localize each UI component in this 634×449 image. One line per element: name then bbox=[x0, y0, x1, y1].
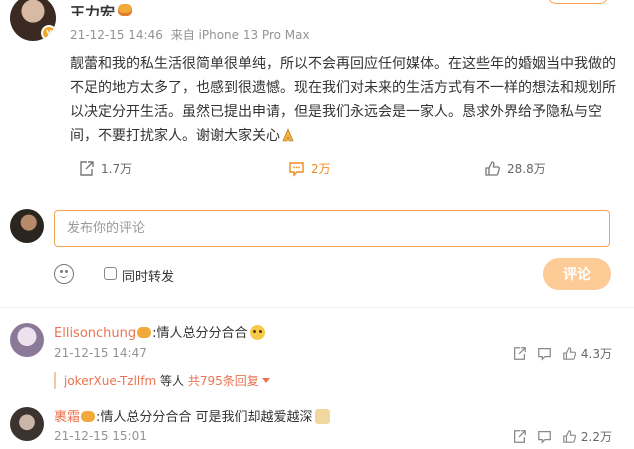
comment-like-count: 2.2万 bbox=[580, 430, 612, 444]
comment-button[interactable]: 2万 bbox=[288, 160, 331, 177]
thumbs-up-icon bbox=[485, 161, 500, 176]
comment-like-button[interactable]: 2.2万 bbox=[562, 428, 612, 445]
commenter-name[interactable]: 裹霜 bbox=[54, 410, 80, 425]
repost-icon bbox=[80, 161, 94, 176]
sad-face-emoji-icon bbox=[249, 325, 265, 340]
chevron-down-icon bbox=[261, 378, 270, 383]
comment-text: :情人总分分合合 bbox=[152, 326, 248, 341]
repost-button[interactable]: 1.7万 bbox=[78, 160, 132, 177]
comment-body: Ellisonchung :情人总分分合合 bbox=[54, 322, 265, 341]
submit-comment-button[interactable]: 评论 bbox=[543, 258, 611, 290]
post-meta: 21-12-15 14:46 来自 iPhone 13 Pro Max bbox=[70, 26, 314, 43]
repost-checkbox[interactable] bbox=[104, 267, 117, 280]
comment-like-button[interactable]: 4.3万 bbox=[562, 345, 612, 362]
comment-time: 21-12-15 14:47 bbox=[54, 346, 147, 360]
follow-button[interactable] bbox=[548, 0, 608, 4]
comment-time: 21-12-15 15:01 bbox=[54, 429, 147, 443]
post-time[interactable]: 21-12-15 14:46 bbox=[70, 28, 163, 42]
reply-icon[interactable] bbox=[537, 346, 552, 361]
commenter-avatar[interactable] bbox=[10, 407, 44, 441]
comment-body: 裹霜 :情人总分分合合 可是我们却越爱越深 bbox=[54, 406, 330, 425]
verified-badge-icon: v bbox=[41, 25, 56, 41]
reply-username[interactable]: jokerXue-Tzllfm bbox=[64, 374, 156, 388]
author-name[interactable]: 王力宏 bbox=[70, 2, 115, 16]
thumbs-up-icon bbox=[563, 430, 576, 443]
commenter-avatar[interactable] bbox=[10, 323, 44, 357]
reply-summary[interactable]: jokerXue-Tzllfm 等人 共795条回复 bbox=[54, 372, 270, 389]
post-content: 靓蕾和我的私生活很简单很单纯，所以不会再回应任何媒体。在这些年的婚姻当中我做的不… bbox=[70, 52, 618, 148]
commenter-name[interactable]: Ellisonchung bbox=[54, 326, 136, 341]
comment-text: :情人总分分合合 可是我们却越爱越深 bbox=[96, 410, 313, 425]
divider bbox=[0, 307, 634, 308]
like-count: 28.8万 bbox=[507, 162, 546, 176]
like-button[interactable]: 28.8万 bbox=[484, 160, 546, 177]
cat-emoji-icon bbox=[314, 409, 330, 424]
comment-icon bbox=[289, 162, 304, 177]
reply-total[interactable]: 共795条回复 bbox=[188, 374, 259, 388]
repost-icon[interactable] bbox=[512, 429, 527, 444]
comment-actions: 4.3万 bbox=[512, 345, 612, 362]
post-action-bar: 1.7万 2万 28.8万 bbox=[0, 160, 634, 180]
vip-crown-icon bbox=[118, 4, 132, 16]
author-avatar[interactable]: v bbox=[10, 0, 56, 41]
my-avatar bbox=[10, 209, 44, 243]
comment-actions: 2.2万 bbox=[512, 428, 612, 445]
thumbs-up-icon bbox=[563, 347, 576, 360]
vip-badge-icon bbox=[137, 327, 152, 338]
comment-count: 2万 bbox=[311, 162, 331, 176]
repost-checkbox-label[interactable]: 同时转发 bbox=[122, 266, 174, 285]
post-text: 靓蕾和我的私生活很简单很单纯，所以不会再回应任何媒体。在这些年的婚姻当中我做的不… bbox=[70, 56, 616, 144]
repost-icon[interactable] bbox=[512, 346, 527, 361]
comment-like-count: 4.3万 bbox=[580, 347, 612, 361]
vip-badge-icon bbox=[81, 411, 96, 422]
repost-count: 1.7万 bbox=[101, 162, 133, 176]
comment-input[interactable] bbox=[54, 210, 610, 247]
reply-icon[interactable] bbox=[537, 429, 552, 444]
reply-suffix: 等人 bbox=[156, 374, 188, 388]
post-source: 来自 iPhone 13 Pro Max bbox=[170, 28, 310, 42]
emoji-icon[interactable] bbox=[54, 264, 74, 284]
praying-hands-icon bbox=[282, 128, 294, 142]
